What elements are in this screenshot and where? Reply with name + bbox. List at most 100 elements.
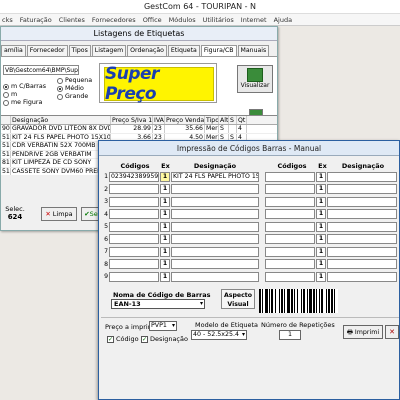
visualizar-button[interactable]: Visualizar [237, 65, 273, 93]
copies-input[interactable]: 1 [160, 196, 170, 207]
code-input[interactable] [109, 184, 159, 194]
column-header[interactable]: Preço S/Iva 1 [111, 116, 153, 124]
repeticoes-input[interactable]: 1 [279, 330, 301, 340]
preco-select[interactable]: PVP1 [149, 321, 177, 331]
column-header[interactable]: Alt [219, 116, 229, 124]
menu-item[interactable]: Clientes [59, 14, 85, 25]
menu-item[interactable]: Faturação [20, 14, 52, 25]
codes-grid-right: Códigos Ex Designação 1 1 1 1 1 1 1 1 1 [259, 161, 400, 284]
tab-4[interactable]: Ordenação [127, 45, 167, 56]
imprimir-button[interactable]: 🖶 Imprimi [343, 325, 383, 339]
designation-input[interactable] [327, 246, 397, 257]
designation-input[interactable] [171, 234, 259, 244]
code-input[interactable] [265, 246, 315, 257]
code-input[interactable] [265, 271, 315, 282]
code-input[interactable] [109, 234, 159, 244]
size-medio[interactable]: Médio [57, 85, 84, 92]
copies-input[interactable]: 1 [160, 234, 170, 244]
designation-input[interactable] [327, 259, 397, 269]
copies-input[interactable]: 1 [316, 184, 326, 194]
column-header[interactable]: Qt [237, 116, 247, 124]
designacao-checkbox[interactable]: ✓ Designação [141, 335, 188, 343]
menu-item[interactable]: Utilitários [203, 14, 234, 25]
menu-item[interactable]: Fornecedores [92, 14, 136, 25]
designation-input[interactable] [327, 171, 397, 182]
designation-input[interactable] [171, 259, 259, 269]
designation-input[interactable] [327, 234, 397, 244]
code-input[interactable] [109, 271, 159, 282]
copies-input[interactable]: 1 [160, 171, 170, 182]
column-header[interactable]: Preço Venda 1 [165, 116, 205, 124]
size-grande[interactable]: Grande [57, 93, 88, 100]
copies-input[interactable]: 1 [160, 184, 170, 194]
code-input[interactable] [265, 209, 315, 219]
column-header[interactable]: IVA [153, 116, 165, 124]
copies-input[interactable]: 1 [160, 259, 170, 269]
code-input[interactable] [265, 196, 315, 207]
copies-input[interactable]: 1 [316, 246, 326, 257]
copies-input[interactable]: 1 [316, 196, 326, 207]
designation-input[interactable] [327, 196, 397, 207]
column-header[interactable] [1, 116, 11, 124]
menu-item[interactable]: Ajuda [274, 14, 292, 25]
copies-input[interactable]: 1 [160, 209, 170, 219]
code-input[interactable] [109, 221, 159, 232]
copies-input[interactable]: 1 [316, 209, 326, 219]
menu-item[interactable]: Office [143, 14, 162, 25]
designation-input[interactable] [171, 246, 259, 257]
copies-input[interactable]: 1 [160, 246, 170, 257]
option-plain[interactable]: m [3, 91, 17, 98]
designation-input[interactable] [327, 209, 397, 219]
code-input[interactable] [109, 196, 159, 207]
copies-input[interactable]: 1 [316, 259, 326, 269]
tab-7[interactable]: Manuais [237, 45, 270, 56]
code-input[interactable] [265, 171, 315, 182]
tab-2[interactable]: Tipos [68, 45, 91, 56]
code-input[interactable] [109, 209, 159, 219]
designation-input[interactable] [171, 271, 259, 282]
designation-input[interactable] [327, 271, 397, 282]
copies-input[interactable]: 1 [160, 221, 170, 232]
size-pequena[interactable]: Pequena [57, 77, 92, 84]
code-input[interactable] [265, 184, 315, 194]
option-barcode[interactable]: m C/Barras [3, 83, 46, 90]
tab-0[interactable]: amília [1, 45, 26, 56]
modelo-select[interactable]: 40 - 52.5x25.4 [191, 330, 247, 340]
tab-6[interactable]: Figura/CB [200, 45, 237, 56]
copies-input[interactable]: 1 [316, 171, 326, 182]
column-header[interactable]: Designação [11, 116, 111, 124]
designation-input[interactable] [171, 221, 259, 232]
tab-1[interactable]: Fornecedor [26, 45, 68, 56]
menu-item[interactable]: Módulos [169, 14, 196, 25]
designation-input[interactable]: KIT 24 FLS PAPEL PHOTO 15 [171, 171, 259, 182]
code-input[interactable]: 0239423899592 [109, 171, 159, 182]
column-header[interactable]: S [229, 116, 237, 124]
menu-item[interactable]: cks [2, 14, 13, 25]
code-input[interactable] [265, 259, 315, 269]
image-path-field[interactable]: VB\Gestcom64\BMP\Super [3, 65, 79, 75]
menu-item[interactable]: Internet [241, 14, 267, 25]
option-figure[interactable]: me Figura [3, 99, 42, 106]
designation-input[interactable] [171, 196, 259, 207]
copies-input[interactable]: 1 [316, 271, 326, 282]
table-cell: 516 [2, 150, 11, 158]
copies-input[interactable]: 1 [160, 271, 170, 282]
limpa-button[interactable]: ✕ Limpa [41, 207, 77, 221]
code-input[interactable] [265, 234, 315, 244]
code-input[interactable] [109, 259, 159, 269]
close-button[interactable]: ✕ [385, 325, 399, 339]
designation-input[interactable] [327, 221, 397, 232]
designation-input[interactable] [171, 209, 259, 219]
tab-3[interactable]: Listagem [91, 45, 127, 56]
tab-5[interactable]: Etiqueta [167, 45, 200, 56]
designation-input[interactable] [171, 184, 259, 194]
barcode-type-select[interactable]: EAN-13 [111, 299, 205, 309]
copies-input[interactable]: 1 [316, 221, 326, 232]
designation-input[interactable] [327, 184, 397, 194]
codigo-checkbox[interactable]: ✓ Código [107, 335, 139, 343]
code-input[interactable] [265, 221, 315, 232]
column-header[interactable]: Tipo [205, 116, 219, 124]
table-row[interactable]: 900GRAVADOR DVD LITEON 8X DVD-R+ /28.992… [1, 125, 277, 134]
code-input[interactable] [109, 246, 159, 257]
copies-input[interactable]: 1 [316, 234, 326, 244]
